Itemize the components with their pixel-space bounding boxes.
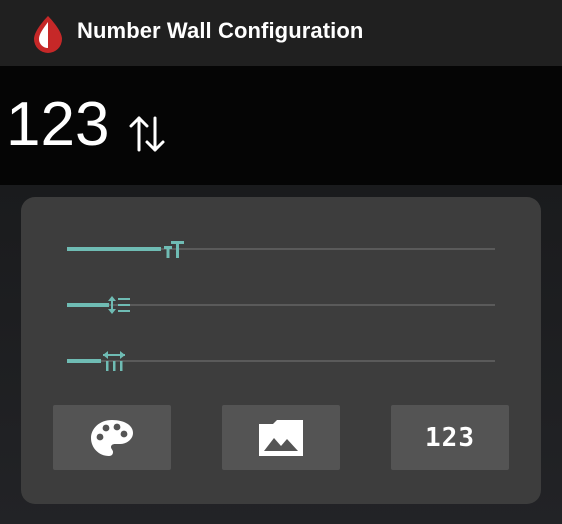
sort-arrows-icon[interactable] (128, 114, 166, 154)
image-icon (259, 419, 303, 456)
settings-panel: 123 (21, 197, 541, 504)
number-preview: 123 (0, 66, 562, 185)
number-style-button[interactable]: 123 (391, 405, 509, 470)
slider-fill (67, 303, 109, 307)
window-title: Number Wall Configuration (77, 18, 364, 43)
number-style-label: 123 (425, 422, 475, 453)
color-button[interactable] (53, 405, 171, 470)
line-spacing-icon[interactable] (107, 293, 131, 317)
background-image-button[interactable] (222, 405, 340, 470)
column-spacing-icon[interactable] (101, 349, 127, 373)
text-size-slider[interactable] (67, 237, 495, 261)
slider-track (67, 360, 495, 362)
line-spacing-slider[interactable] (67, 293, 495, 317)
slider-fill (67, 359, 101, 363)
column-spacing-slider[interactable] (67, 349, 495, 373)
title-bar: Number Wall Configuration (0, 0, 562, 66)
drop-icon (34, 16, 62, 53)
text-size-icon[interactable] (162, 237, 186, 261)
slider-track (67, 304, 495, 306)
palette-icon (91, 419, 133, 456)
preview-number: 123 (6, 90, 110, 159)
slider-fill (67, 247, 161, 251)
